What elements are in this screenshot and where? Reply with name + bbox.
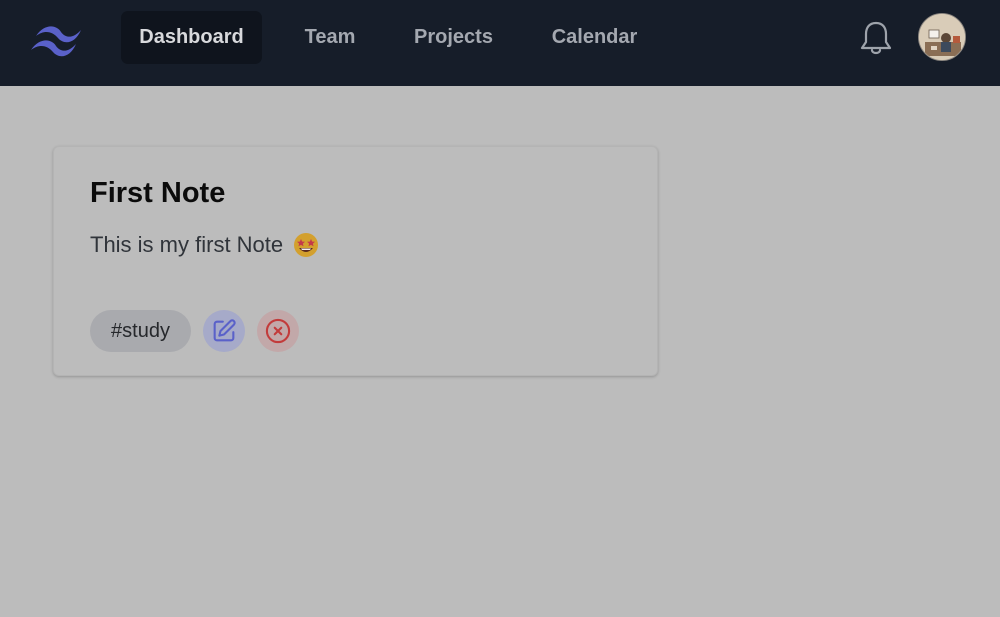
close-circle-icon [265, 318, 291, 344]
bell-icon[interactable] [859, 19, 893, 57]
delete-note-button[interactable] [257, 310, 299, 352]
nav-item-projects[interactable]: Projects [398, 11, 509, 64]
nav-item-dashboard[interactable]: Dashboard [121, 11, 262, 64]
note-title: First Note [90, 177, 226, 209]
edit-note-button[interactable] [203, 310, 245, 352]
note-body-text: This is my first Note [90, 232, 284, 257]
note-body: This is my first Note [90, 232, 319, 258]
star-struck-emoji [294, 233, 319, 257]
tailwind-logo-icon[interactable] [28, 22, 86, 58]
edit-icon [213, 319, 236, 342]
nav-item-team[interactable]: Team [288, 11, 372, 64]
note-card: First Note This is my first Note #study [53, 146, 658, 376]
note-tag[interactable]: #study [90, 310, 191, 352]
user-avatar[interactable] [918, 13, 966, 61]
top-navbar: Dashboard Team Projects Calendar [0, 0, 1000, 86]
nav-item-calendar[interactable]: Calendar [535, 11, 654, 64]
avatar-illustration [919, 14, 965, 60]
